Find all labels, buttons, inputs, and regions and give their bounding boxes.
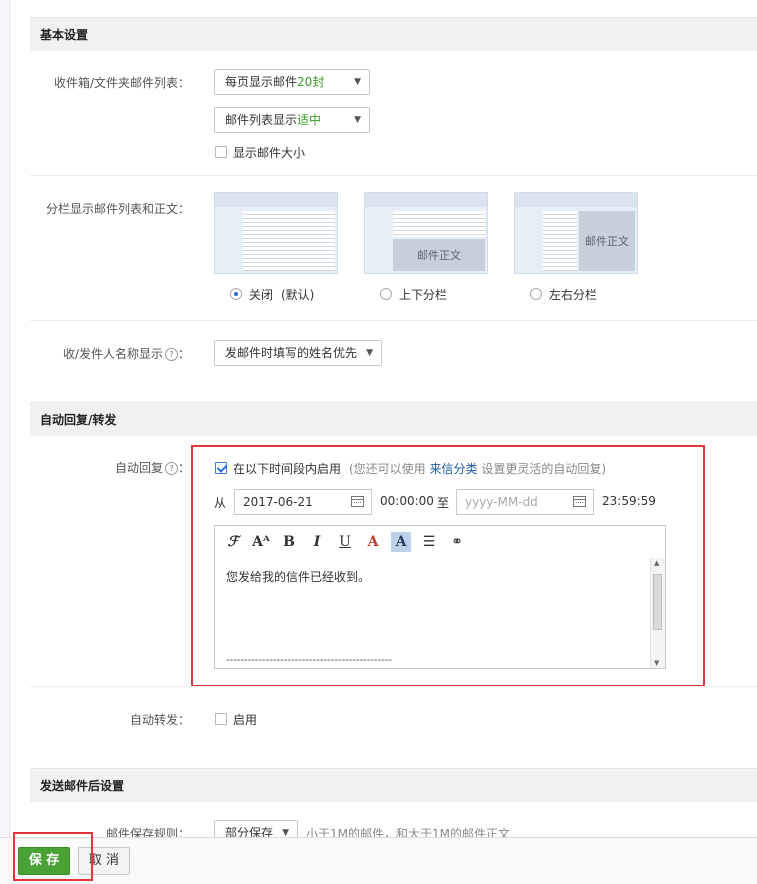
name-display-label: 收/发件人名称显示?：: [62, 347, 190, 361]
name-display-select[interactable]: 发邮件时填写的姓名优先 ▼: [214, 340, 382, 366]
split-vertical-preview[interactable]: 邮件正文: [514, 192, 638, 274]
split-off-label: 关闭: [249, 288, 274, 302]
help-icon[interactable]: ?: [164, 348, 178, 361]
auto-forward-label: 自动转发：: [129, 713, 190, 727]
save-highlight-box: [13, 832, 93, 881]
show-size-checkbox[interactable]: [215, 146, 227, 158]
split-view-label: 分栏显示邮件列表和正文：: [45, 202, 190, 216]
split-off-radio[interactable]: [230, 288, 242, 300]
chevron-down-icon: ▼: [354, 115, 361, 125]
auto-forward-enable-label: 启用: [233, 713, 258, 727]
highlight-box: [191, 445, 705, 687]
auto-forward-checkbox[interactable]: [215, 713, 227, 725]
split-vertical-label: 左右分栏: [549, 288, 598, 302]
list-density-select[interactable]: 邮件列表显示适中 ▼: [214, 107, 370, 133]
per-page-select[interactable]: 每页显示邮件20封 ▼: [214, 69, 370, 95]
section-basic-title: 基本设置: [30, 17, 757, 51]
split-off-preview[interactable]: [214, 192, 338, 274]
left-nav-strip: [0, 0, 10, 883]
section-auto-title: 自动回复/转发: [30, 402, 757, 436]
footer-bar: 保 存 取 消: [0, 837, 757, 884]
section-after-send-title: 发送邮件后设置: [30, 768, 757, 802]
help-icon[interactable]: ?: [164, 462, 178, 475]
split-horizontal-label: 上下分栏: [399, 288, 448, 302]
mail-list-label: 收件箱/文件夹邮件列表：: [53, 76, 190, 90]
auto-reply-label: 自动回复?：: [114, 461, 190, 475]
split-off-default-note: (默认): [281, 288, 315, 302]
chevron-down-icon: ▼: [366, 348, 373, 358]
chevron-down-icon: ▼: [354, 77, 361, 87]
split-vertical-radio[interactable]: [530, 288, 542, 300]
show-size-label: 显示邮件大小: [233, 146, 306, 160]
split-horizontal-preview[interactable]: 邮件正文: [364, 192, 488, 274]
split-horizontal-radio[interactable]: [380, 288, 392, 300]
